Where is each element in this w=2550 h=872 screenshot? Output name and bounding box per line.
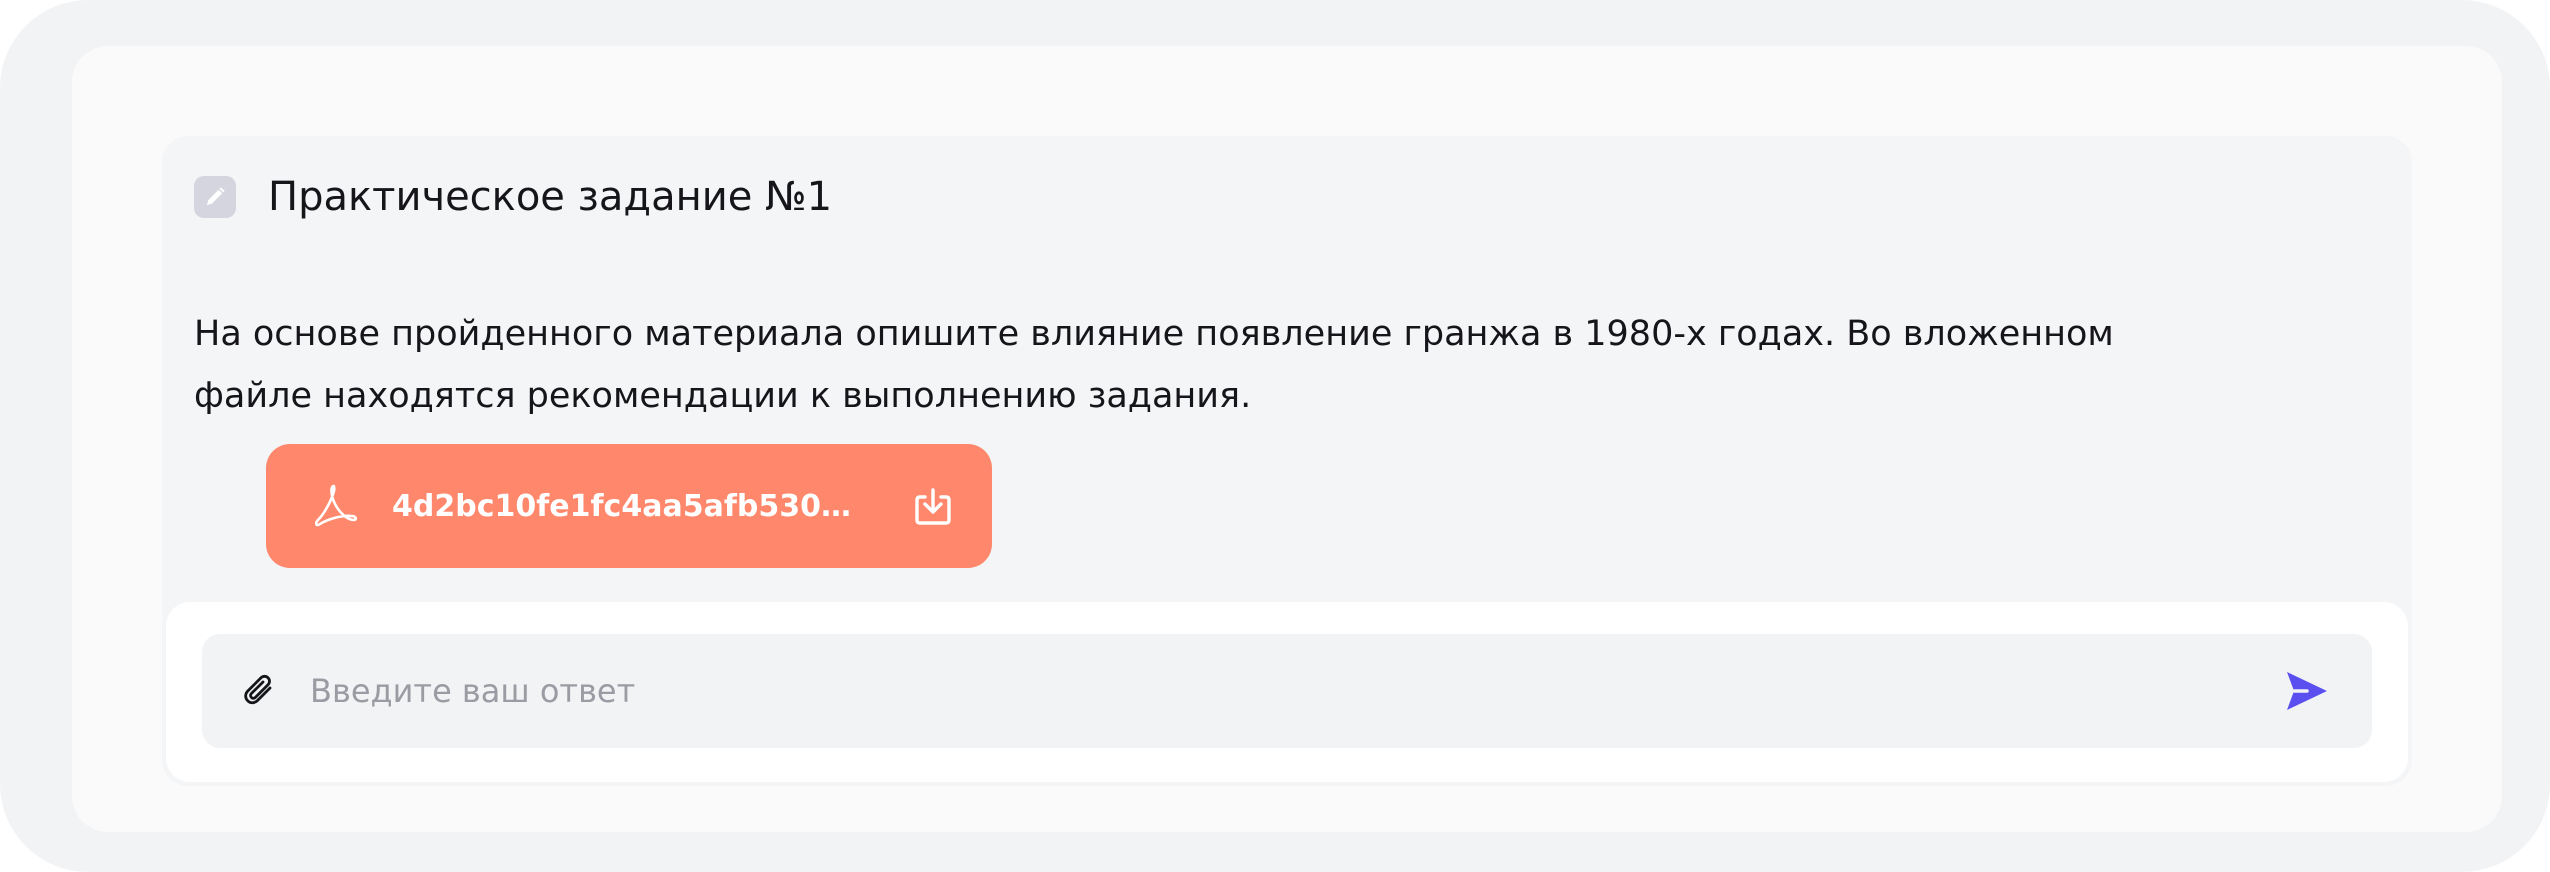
answer-input[interactable] [308,660,2280,722]
answer-box [166,602,2408,782]
outer-frame: Практическое задание №1 На основе пройде… [0,0,2550,872]
pencil-icon [194,176,236,218]
task-description: На основе пройденного материала опишите … [194,314,2114,416]
pdf-icon [312,482,358,530]
attachment-file-button[interactable]: 4d2bc10fe1fc4aa5afb530... [266,444,992,568]
download-icon[interactable] [910,484,956,530]
answer-field [202,634,2372,748]
task-title: Практическое задание №1 [268,174,833,220]
task-card: Практическое задание №1 На основе пройде… [162,136,2412,786]
send-button[interactable] [2280,665,2332,717]
task-header: Практическое задание №1 [194,174,832,220]
paperclip-icon[interactable] [240,671,280,711]
send-icon [2287,672,2327,710]
attachment-file-name: 4d2bc10fe1fc4aa5afb530... [392,488,852,524]
content-panel: Практическое задание №1 На основе пройде… [72,46,2502,832]
